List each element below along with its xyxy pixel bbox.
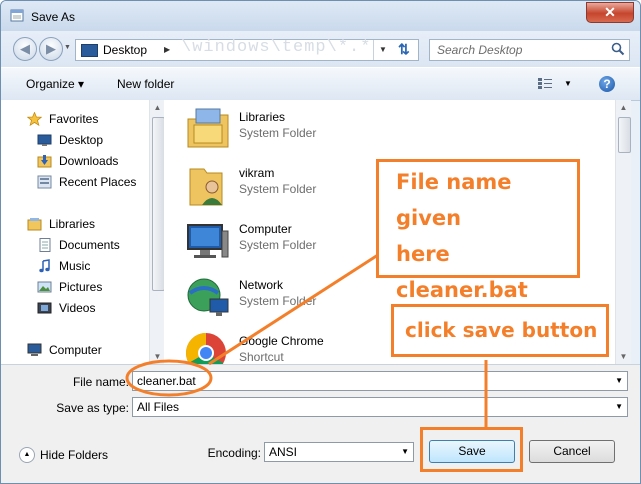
organize-button[interactable]: Organize ▾ bbox=[26, 77, 84, 91]
search-placeholder: Search Desktop bbox=[437, 43, 523, 57]
file-type: System Folder bbox=[239, 238, 317, 252]
breadcrumb-chevron-icon[interactable]: ▶ bbox=[164, 45, 170, 54]
command-bar: Organize ▾ New folder ▼ ? bbox=[1, 67, 640, 101]
file-name-annotation: File name given here cleaner.bat bbox=[376, 159, 580, 302]
address-location: Desktop bbox=[103, 43, 148, 57]
save-button-highlight bbox=[420, 427, 523, 472]
pictures-icon bbox=[37, 281, 52, 293]
scroll-up-icon[interactable]: ▲ bbox=[150, 100, 165, 115]
desktop-icon bbox=[81, 44, 98, 57]
address-row: ◀ ▶ ▼ Desktop ▶ \windows\temp\*.* ▼ ⇅ Se… bbox=[1, 31, 640, 67]
back-button[interactable]: ◀ bbox=[13, 37, 37, 61]
view-options-dropdown[interactable]: ▼ bbox=[564, 79, 572, 88]
hide-folders-label: Hide Folders bbox=[40, 448, 109, 462]
file-name: Network bbox=[239, 278, 284, 292]
close-button[interactable]: ✕ bbox=[586, 2, 634, 23]
save-as-type-label: Save as type: bbox=[56, 401, 129, 415]
nav-item-label: Videos bbox=[59, 301, 96, 315]
scroll-down-icon[interactable]: ▼ bbox=[150, 349, 165, 364]
change-view-icon[interactable] bbox=[538, 77, 552, 90]
annotation-line: File name given bbox=[396, 170, 512, 230]
back-arrow-icon: ◀ bbox=[20, 41, 30, 56]
chevron-down-icon[interactable]: ▼ bbox=[401, 447, 409, 456]
save-options-panel: File name: cleaner.bat ▼ Save as type: A… bbox=[1, 364, 640, 483]
file-type: Shortcut bbox=[239, 350, 284, 364]
file-name: Libraries bbox=[239, 110, 286, 124]
nav-item-label: Favorites bbox=[49, 112, 99, 126]
save-as-type-value: All Files bbox=[137, 400, 180, 414]
file-name: Google Chrome bbox=[239, 334, 324, 348]
file-type: System Folder bbox=[239, 294, 317, 308]
nav-item-label: Computer bbox=[49, 343, 102, 357]
chevron-down-icon[interactable]: ▼ bbox=[615, 376, 623, 385]
new-folder-button[interactable]: New folder bbox=[117, 77, 174, 91]
nav-item-label: Desktop bbox=[59, 133, 104, 147]
scroll-down-icon[interactable]: ▼ bbox=[616, 349, 631, 364]
title-bar: Save As ✕ bbox=[1, 1, 640, 31]
user-folder-icon bbox=[189, 168, 223, 206]
recent-locations-dropdown[interactable]: ▼ bbox=[64, 44, 71, 51]
address-divider bbox=[373, 40, 374, 60]
chrome-icon bbox=[186, 333, 226, 364]
address-bar[interactable]: Desktop ▶ \windows\temp\*.* ▼ ⇅ bbox=[75, 38, 419, 61]
navigation-pane: Favorites Desktop Downloads Recent Place… bbox=[1, 100, 149, 364]
file-name-label: File name: bbox=[72, 375, 129, 389]
chevron-down-icon[interactable]: ▼ bbox=[615, 402, 623, 411]
nav-item-label: Documents bbox=[59, 238, 120, 252]
documents-icon bbox=[39, 238, 51, 252]
address-watermark-text: \windows\temp\*.* bbox=[181, 38, 372, 57]
file-type: System Folder bbox=[239, 126, 317, 140]
scroll-up-icon[interactable]: ▲ bbox=[616, 100, 631, 115]
annotation-line: here bbox=[396, 242, 450, 266]
desktop-icon bbox=[37, 134, 52, 146]
file-name: vikram bbox=[239, 166, 275, 180]
notepad-icon bbox=[10, 9, 24, 22]
forward-arrow-icon: ▶ bbox=[46, 41, 56, 56]
downloads-icon bbox=[37, 155, 52, 168]
nav-item-label: Libraries bbox=[49, 217, 96, 231]
nav-item-label: Music bbox=[59, 259, 91, 273]
save-as-type-select[interactable]: All Files ▼ bbox=[132, 397, 628, 417]
file-name: Computer bbox=[239, 222, 292, 236]
nav-item-label: Recent Places bbox=[59, 175, 137, 189]
star-icon bbox=[27, 112, 42, 126]
close-icon: ✕ bbox=[604, 4, 616, 20]
chevron-up-icon: ▲ bbox=[19, 447, 35, 463]
computer-icon bbox=[187, 224, 229, 258]
forward-button[interactable]: ▶ bbox=[39, 37, 63, 61]
nav-item-label: Downloads bbox=[59, 154, 119, 168]
libraries-icon bbox=[27, 218, 42, 231]
save-annotation: click save button bbox=[391, 304, 609, 357]
videos-icon bbox=[37, 302, 52, 314]
file-name-input[interactable]: cleaner.bat ▼ bbox=[132, 371, 628, 391]
file-list-scrollbar[interactable]: ▲ ▼ bbox=[615, 100, 631, 364]
encoding-value: ANSI bbox=[269, 445, 298, 459]
search-input[interactable]: Search Desktop bbox=[429, 39, 630, 61]
file-type: System Folder bbox=[239, 182, 317, 196]
encoding-label: Encoding: bbox=[207, 446, 261, 460]
nav-pane-scrollbar[interactable]: ▲ ▼ bbox=[149, 100, 165, 364]
music-icon bbox=[39, 259, 50, 273]
computer-icon bbox=[27, 343, 42, 356]
refresh-icon[interactable]: ⇅ bbox=[398, 41, 410, 58]
help-icon[interactable]: ? bbox=[599, 76, 615, 92]
cancel-button[interactable]: Cancel bbox=[529, 440, 615, 463]
scroll-thumb[interactable] bbox=[618, 117, 631, 153]
address-history-dropdown[interactable]: ▼ bbox=[379, 45, 387, 54]
file-name-value: cleaner.bat bbox=[137, 374, 196, 388]
recent-places-icon bbox=[37, 175, 52, 189]
window-title: Save As bbox=[31, 10, 76, 24]
annotation-text: click save button bbox=[405, 318, 598, 342]
encoding-select[interactable]: ANSI ▼ bbox=[264, 442, 414, 462]
libraries-folder-icon bbox=[187, 108, 229, 148]
annotation-line: cleaner.bat bbox=[396, 278, 528, 302]
nav-item-label: Pictures bbox=[59, 280, 103, 294]
search-icon bbox=[611, 42, 625, 56]
network-icon bbox=[187, 278, 229, 316]
